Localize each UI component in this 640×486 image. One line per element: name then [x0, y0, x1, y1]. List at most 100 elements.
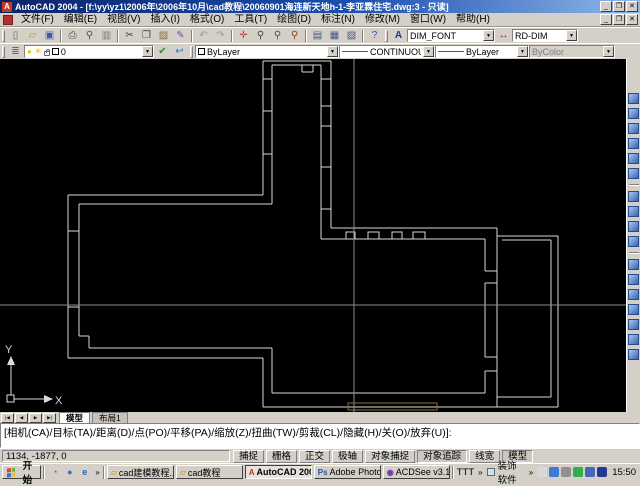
tray-icon-messenger[interactable]: [549, 467, 559, 477]
torus-surface-icon[interactable]: [628, 191, 639, 202]
toolbar-grip[interactable]: [190, 46, 193, 58]
language-indicator[interactable]: TTT: [457, 467, 474, 478]
layer-lock-icon[interactable]: [44, 51, 50, 56]
deco-toolbar-label[interactable]: 装饰软件: [498, 458, 525, 486]
scenes-icon[interactable]: [628, 274, 639, 285]
open-icon[interactable]: ▱: [24, 29, 41, 43]
quicklaunch-ie-icon[interactable]: e: [77, 466, 92, 479]
wedge-surface-icon[interactable]: [628, 108, 639, 119]
render-statistics-icon[interactable]: [628, 349, 639, 360]
menu-edit[interactable]: 编辑(E): [59, 13, 102, 26]
lights-icon[interactable]: [628, 289, 639, 300]
zoom-window-icon[interactable]: ⚲: [269, 29, 286, 43]
layer-freeze-sun-icon[interactable]: ☀: [34, 46, 42, 57]
layer-properties-manager-icon[interactable]: ≣: [7, 45, 24, 59]
color-control-combo[interactable]: ByLayer ▼: [195, 45, 339, 58]
tray-icon-volume[interactable]: [537, 467, 547, 477]
tool-palettes-icon[interactable]: ▧: [343, 29, 360, 43]
layer-color-swatch[interactable]: [52, 48, 59, 55]
toggle-osnap[interactable]: 对象捕捉: [365, 450, 415, 463]
box-surface-icon[interactable]: [628, 93, 639, 104]
chevron-down-icon[interactable]: ▼: [483, 30, 494, 41]
close-button[interactable]: ✕: [626, 1, 638, 12]
menu-view[interactable]: 视图(V): [102, 13, 145, 26]
toggle-grid[interactable]: 栅格: [266, 450, 297, 463]
chevron-down-icon[interactable]: ▼: [566, 30, 577, 41]
chevron-down-icon[interactable]: ▼: [327, 46, 338, 57]
dim-style-combo[interactable]: RD-DIM ▼: [512, 29, 578, 42]
text-style-combo[interactable]: DIM_FONT ▼: [407, 29, 495, 42]
drawing-area[interactable]: XY: [0, 59, 640, 412]
chevron-down-icon[interactable]: ▼: [423, 46, 434, 57]
dome-surface-icon[interactable]: [628, 168, 639, 179]
extruded-surface-icon[interactable]: [628, 236, 639, 247]
chevron-down-icon[interactable]: ▼: [517, 46, 528, 57]
menu-draw[interactable]: 绘图(D): [272, 13, 316, 26]
revolved-surface-icon[interactable]: [628, 221, 639, 232]
zoom-previous-icon[interactable]: ⚲: [286, 29, 303, 43]
publish-icon[interactable]: ▥: [98, 29, 115, 43]
chevron-down-icon[interactable]: ▼: [142, 46, 153, 57]
text-style-icon[interactable]: A: [390, 29, 407, 43]
sphere-surface-icon[interactable]: [628, 153, 639, 164]
cut-icon[interactable]: ✂: [121, 29, 138, 43]
properties-icon[interactable]: ▤: [309, 29, 326, 43]
tab-scroll-prev[interactable]: ◀: [15, 413, 28, 423]
tab-scroll-first[interactable]: |◀: [1, 413, 14, 423]
minimize-button[interactable]: _: [600, 1, 612, 12]
deco-overflow-chevron[interactable]: »: [528, 468, 534, 477]
save-icon[interactable]: ▣: [41, 29, 58, 43]
designcenter-icon[interactable]: ▦: [326, 29, 343, 43]
menu-help[interactable]: 帮助(H): [451, 13, 495, 26]
toolbar-grip[interactable]: [2, 30, 5, 42]
layer-previous-icon[interactable]: ↩: [171, 45, 188, 59]
task-cad-modeling-folder[interactable]: ▱ cad建模教程...: [107, 465, 174, 479]
pyramid-surface-icon[interactable]: [628, 123, 639, 134]
task-cad-folder[interactable]: ▱ cad教程: [176, 465, 243, 479]
plot-icon[interactable]: ⎙: [64, 29, 81, 43]
quicklaunch-messenger-icon[interactable]: ●: [62, 466, 77, 479]
background-icon[interactable]: [628, 334, 639, 345]
tray-icon-flashget[interactable]: [573, 467, 583, 477]
tab-layout1[interactable]: 布局1: [92, 412, 128, 423]
menu-modify[interactable]: 修改(M): [360, 13, 405, 26]
tab-scroll-next[interactable]: ▶: [29, 413, 42, 423]
mesh-surface-icon[interactable]: [628, 206, 639, 217]
zoom-realtime-icon[interactable]: ⚲: [252, 29, 269, 43]
materials-icon[interactable]: [628, 304, 639, 315]
toggle-ortho[interactable]: 正交: [299, 450, 330, 463]
dim-style-icon[interactable]: ↔: [495, 29, 512, 43]
menu-dimension[interactable]: 标注(N): [316, 13, 360, 26]
make-object-layer-current-icon[interactable]: ✔: [154, 45, 171, 59]
mdi-restore-button[interactable]: ❐: [613, 14, 625, 25]
task-autocad[interactable]: A AutoCAD 200...: [245, 465, 312, 479]
paste-icon[interactable]: ▨: [155, 29, 172, 43]
language-overflow-chevron[interactable]: »: [477, 468, 483, 477]
tray-icon-antivirus[interactable]: [585, 467, 595, 477]
copy-icon[interactable]: ❐: [138, 29, 155, 43]
pan-realtime-icon[interactable]: ✛: [235, 29, 252, 43]
toggle-polar[interactable]: 极轴: [332, 450, 363, 463]
menu-tools[interactable]: 工具(T): [229, 13, 272, 26]
quicklaunch-app-icon[interactable]: ◔: [47, 466, 62, 479]
restore-button[interactable]: ❐: [613, 1, 625, 12]
new-icon[interactable]: ▯: [7, 29, 24, 43]
command-line-window[interactable]: [相机(CA)/目标(TA)/距离(D)/点(PO)/平移(PA)/缩放(Z)/…: [0, 423, 640, 448]
mdi-minimize-button[interactable]: _: [600, 14, 612, 25]
mdi-close-button[interactable]: ✕: [626, 14, 638, 25]
tab-model[interactable]: 模型: [59, 412, 90, 423]
start-button[interactable]: 开始: [2, 465, 41, 479]
undo-icon[interactable]: ↶: [195, 29, 212, 43]
mapping-icon[interactable]: [628, 319, 639, 330]
match-properties-icon[interactable]: ✎: [172, 29, 189, 43]
layer-combo[interactable]: ● ☀ 0 ▼: [24, 45, 154, 58]
task-photoshop[interactable]: Ps Adobe Photo...: [314, 465, 381, 479]
render-icon[interactable]: [628, 259, 639, 270]
layer-on-bulb-icon[interactable]: ●: [27, 47, 32, 56]
toolbar-grip[interactable]: [2, 46, 5, 58]
lineweight-control-combo[interactable]: ByLayer ▼: [435, 45, 529, 58]
menu-window[interactable]: 窗口(W): [405, 13, 451, 26]
plot-preview-icon[interactable]: ⚲: [81, 29, 98, 43]
help-icon[interactable]: ?: [366, 29, 383, 43]
menu-format[interactable]: 格式(O): [185, 13, 229, 26]
